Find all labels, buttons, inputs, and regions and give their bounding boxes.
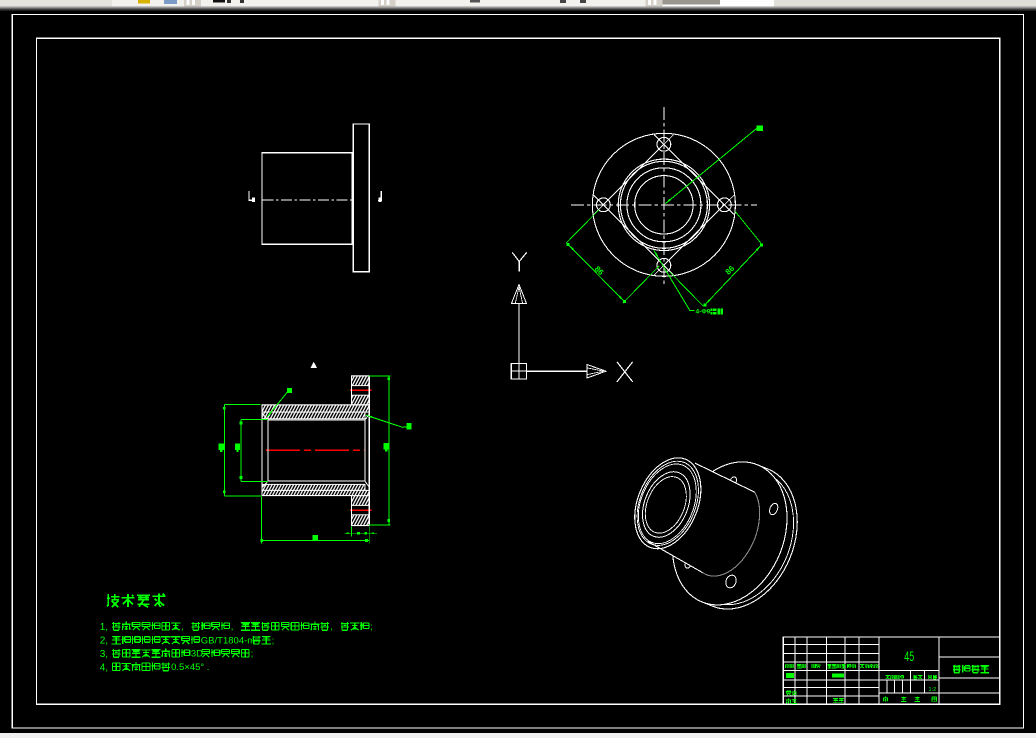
svg-text:45: 45 xyxy=(904,651,914,665)
svg-text:4,: 4, xyxy=(100,662,108,673)
svg-text:2,: 2, xyxy=(100,636,108,647)
svg-text:,: , xyxy=(181,622,184,633)
svg-text:.: . xyxy=(207,662,210,673)
svg-text:4-Φ9: 4-Φ9 xyxy=(696,309,711,316)
svg-text:1,: 1, xyxy=(100,622,108,633)
svg-text:,: , xyxy=(330,622,333,633)
svg-text:,: , xyxy=(231,622,234,633)
svg-text:0.5×45°: 0.5×45° xyxy=(171,662,204,673)
svg-text:;: ; xyxy=(272,635,275,646)
svg-text:;: ; xyxy=(251,649,254,660)
svg-text:3,: 3, xyxy=(100,649,108,660)
svg-text:1:2: 1:2 xyxy=(929,687,937,693)
svg-text:GB/T1804-m: GB/T1804-m xyxy=(201,635,255,646)
svg-text:;: ; xyxy=(370,622,373,633)
